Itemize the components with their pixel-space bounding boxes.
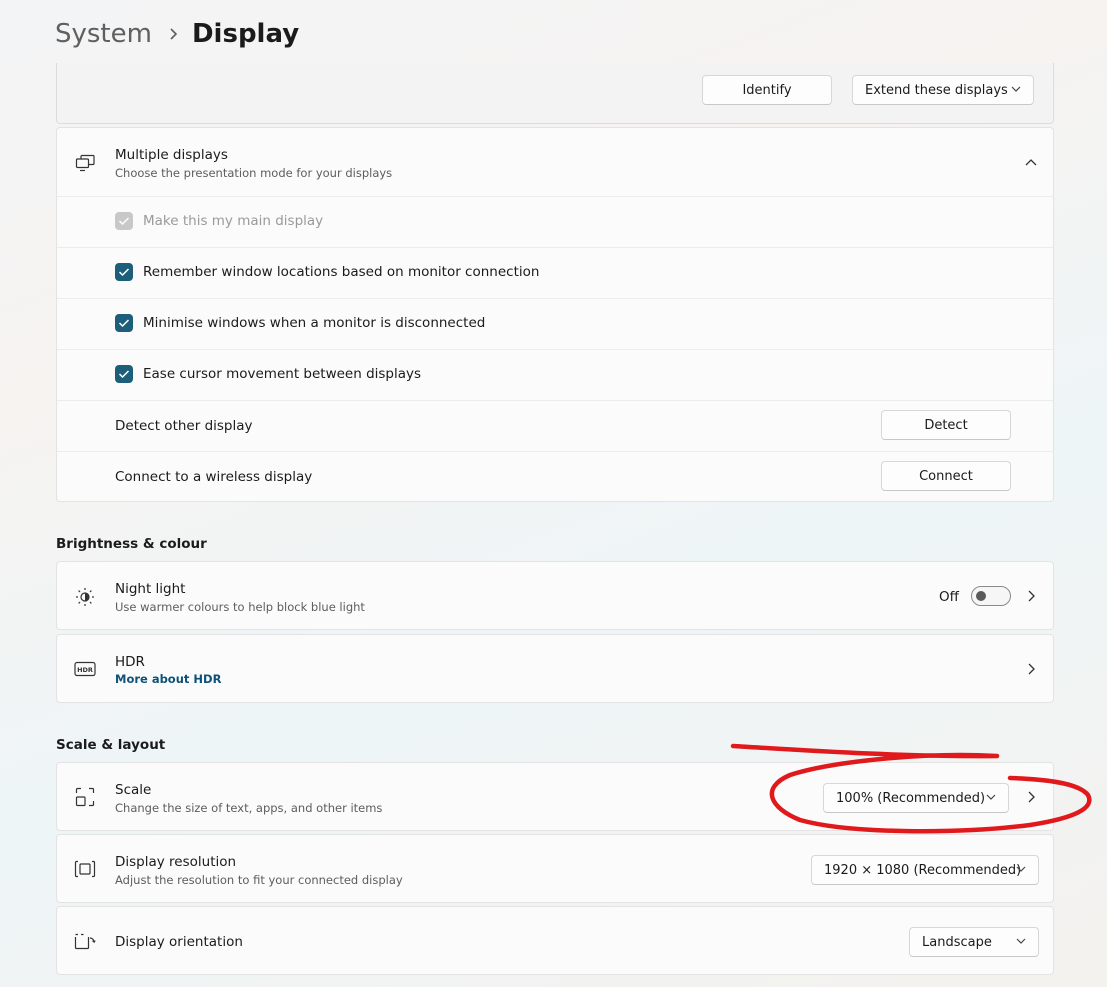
scale-value: 100% (Recommended) [836,790,986,806]
ease-cursor-checkbox[interactable] [115,365,133,383]
resolution-icon [74,860,96,878]
check-icon [118,319,130,328]
scale-card[interactable]: Scale Change the size of text, apps, and… [56,762,1054,831]
remember-window-locations-label: Remember window locations based on monit… [143,264,540,280]
chevron-down-icon [1016,938,1026,944]
resolution-card: Display resolution Adjust the resolution… [56,834,1054,903]
multiple-displays-card: Multiple displays Choose the presentatio… [56,127,1054,502]
chevron-down-icon [1016,866,1026,872]
ease-cursor-label: Ease cursor movement between displays [143,366,422,382]
resolution-select[interactable]: 1920 × 1080 (Recommended) [811,855,1039,885]
multiple-displays-subtitle: Choose the presentation mode for your di… [115,166,393,180]
brightness-heading: Brightness & colour [56,536,207,552]
night-light-state: Off [939,589,959,605]
night-light-title: Night light [115,581,186,597]
more-about-hdr-link[interactable]: More about HDR [115,672,221,686]
hdr-title: HDR [115,654,145,670]
divider [57,451,1053,452]
arrangement-mode-value: Extend these displays [865,82,1008,98]
page-title: Display [191,19,300,49]
detect-button[interactable]: Detect [881,410,1011,440]
multiple-displays-title: Multiple displays [115,147,228,163]
detect-label: Detect other display [115,418,253,434]
scale-subtitle: Change the size of text, apps, and other… [115,801,383,815]
scale-icon [75,787,95,807]
check-icon [118,268,130,277]
orientation-icon [74,933,96,950]
resolution-value: 1920 × 1080 (Recommended) [824,862,1022,878]
hdr-card[interactable]: HDR HDR More about HDR [56,634,1054,703]
chevron-right-icon [168,27,178,41]
remember-window-locations-checkbox[interactable] [115,263,133,281]
orientation-value: Landscape [922,934,992,950]
hdr-icon: HDR [74,661,96,677]
orientation-title: Display orientation [115,934,243,950]
scale-layout-heading: Scale & layout [56,737,166,753]
chevron-down-icon [1011,86,1021,92]
check-icon [118,370,130,379]
orientation-card: Display orientation Landscape [56,906,1054,975]
chevron-up-icon [1025,159,1037,166]
divider [57,349,1053,350]
scale-title: Scale [115,782,152,798]
main-display-checkbox[interactable] [115,212,133,230]
main-display-label: Make this my main display [143,213,324,229]
chevron-right-icon [1028,590,1035,602]
connect-label: Connect to a wireless display [115,469,313,485]
multiple-displays-icon [75,154,95,172]
toggle-knob [976,591,986,601]
arrangement-mode-select[interactable]: Extend these displays [852,75,1034,105]
minimise-windows-checkbox[interactable] [115,314,133,332]
divider [57,247,1053,248]
check-icon [118,217,130,226]
resolution-title: Display resolution [115,854,237,870]
chevron-right-icon [1028,663,1035,675]
divider [57,400,1053,401]
orientation-select[interactable]: Landscape [909,927,1039,957]
night-light-card[interactable]: Night light Use warmer colours to help b… [56,561,1054,630]
identify-button[interactable]: Identify [702,75,832,105]
divider [57,298,1053,299]
chevron-down-icon [986,794,996,800]
minimise-windows-label: Minimise windows when a monitor is disco… [143,315,486,331]
night-light-subtitle: Use warmer colours to help block blue li… [115,600,365,614]
chevron-right-icon[interactable] [1027,791,1035,803]
divider [57,196,1053,197]
night-light-toggle[interactable] [971,586,1011,606]
resolution-subtitle: Adjust the resolution to fit your connec… [115,873,403,887]
display-arrangement-card: Identify Extend these displays [56,63,1054,124]
connect-button[interactable]: Connect [881,461,1011,491]
breadcrumb: System Display [55,14,299,54]
scale-select[interactable]: 100% (Recommended) [823,783,1009,813]
night-light-icon [76,588,94,606]
multiple-displays-header[interactable]: Multiple displays Choose the presentatio… [57,128,1053,196]
svg-text:HDR: HDR [77,666,93,674]
breadcrumb-system[interactable]: System [55,19,152,49]
